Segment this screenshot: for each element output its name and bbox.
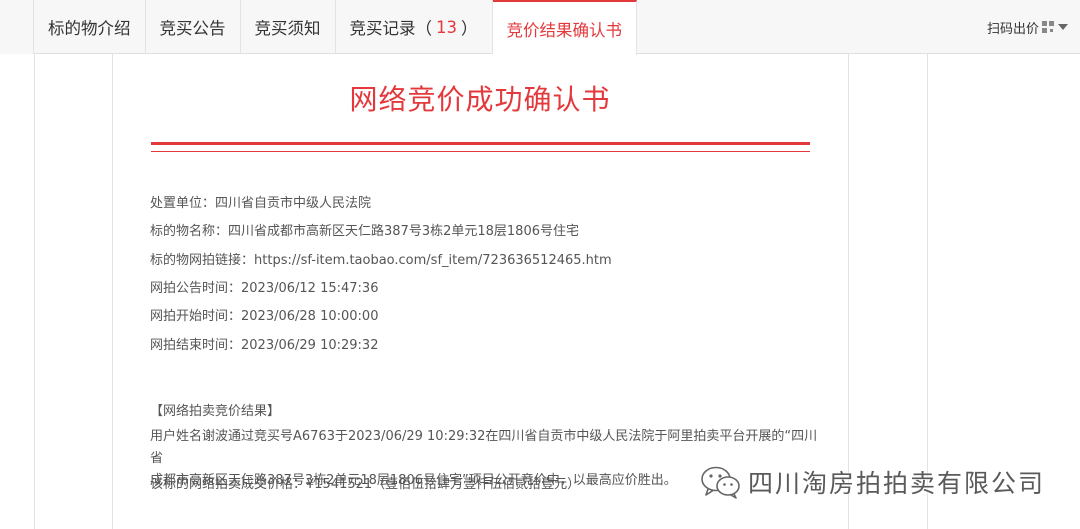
tab-label: 标的物介绍 (48, 19, 131, 38)
divider (34, 54, 35, 529)
field-item-link: 标的物网拍链接：https://sf-item.taobao.com/sf_it… (150, 249, 612, 268)
watermark-text: 四川淘房拍拍卖有限公司 (748, 469, 1046, 498)
watermark: 四川淘房拍拍卖有限公司 (700, 462, 1045, 502)
qr-code-icon (1042, 21, 1054, 33)
item-link[interactable]: https://sf-item.taobao.com/sf_item/72363… (254, 253, 612, 268)
tab-label: 竞买须知 (254, 19, 321, 38)
field-label: 网拍公告时间： (150, 281, 242, 296)
field-label: 标的物网拍链接： (150, 253, 255, 268)
tab-label: 竞买公告 (159, 19, 226, 38)
tab-label: 竞价结果确认书 (506, 20, 623, 40)
tab-label-suffix: ） (461, 19, 478, 38)
field-disposal-unit: 处置单位：四川省自贡市中级人民法院 (150, 192, 371, 211)
bid-count-badge: 13 (436, 17, 457, 37)
divider (927, 54, 928, 529)
field-label: 处置单位： (150, 196, 216, 211)
title-rule (151, 142, 810, 145)
document-title: 网络竞价成功确认书 (349, 83, 611, 116)
divider (848, 54, 849, 529)
tab-bidding-rules[interactable]: 竞买须知 (241, 0, 336, 54)
result-heading: 【网络拍卖竞价结果】 (150, 404, 281, 419)
field-item-name: 标的物名称：四川省成都市高新区天仁路387号3栋2单元18层1806号住宅 (150, 220, 579, 239)
field-value: 四川省成都市高新区天仁路387号3栋2单元18层1806号住宅 (228, 224, 579, 239)
field-start-time: 网拍开始时间：2023/06/28 10:00:00 (150, 305, 378, 324)
final-price: 该标的网络拍卖成交价格：¥1541521（壹佰伍拾肆万壹仟伍佰贰拾壹元） (150, 477, 581, 492)
tab-bar: 标的物介绍 竞买公告 竞买须知 竞买记录（ 13） 竞价结果确认书 扫码出价 (0, 0, 1080, 55)
field-label: 网拍结束时间： (150, 338, 242, 353)
field-end-time: 网拍结束时间：2023/06/29 10:29:32 (150, 334, 378, 353)
field-label: 标的物名称： (150, 224, 229, 239)
wechat-icon (701, 466, 740, 499)
field-notice-time: 网拍公告时间：2023/06/12 15:47:36 (150, 277, 378, 296)
title-rule-thin (151, 151, 810, 152)
scan-label: 扫码出价 (986, 21, 1039, 37)
scan-to-bid-button[interactable]: 扫码出价 (987, 0, 1068, 54)
tab-label: 竞买记录（ (349, 19, 433, 38)
field-value: 2023/06/29 10:29:32 (241, 338, 379, 353)
field-value: 2023/06/12 15:47:36 (241, 281, 379, 296)
field-value: 四川省自贡市中级人民法院 (215, 196, 372, 211)
tab-result-confirmation[interactable]: 竞价结果确认书 (492, 0, 637, 55)
tab-item-intro[interactable]: 标的物介绍 (34, 0, 146, 54)
chevron-down-icon (1058, 24, 1068, 30)
field-label: 网拍开始时间： (150, 309, 242, 324)
confirmation-document: 网络竞价成功确认书 处置单位：四川省自贡市中级人民法院 标的物名称：四川省成都市… (112, 54, 848, 529)
tab-list: 标的物介绍 竞买公告 竞买须知 竞买记录（ 13） 竞价结果确认书 (34, 0, 637, 55)
tab-auction-notice[interactable]: 竞买公告 (146, 0, 241, 54)
tab-bar-edge (0, 0, 34, 54)
tab-bid-records[interactable]: 竞买记录（ 13） (336, 0, 493, 54)
field-value: 2023/06/28 10:00:00 (241, 309, 379, 324)
